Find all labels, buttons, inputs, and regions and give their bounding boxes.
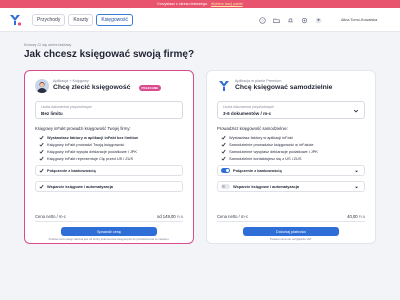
banner-text: Korzystasz z okresu testowego. [157, 2, 208, 6]
addon-label: Połączenie z bankowością [47, 168, 96, 173]
features-title: Prowadzisz księgowość samodzielnie: [217, 126, 288, 131]
trial-banner: Korzystasz z okresu testowego. Wybierz s… [0, 0, 400, 8]
price-label: Cena netto / m-c [217, 214, 248, 219]
folder-icon[interactable] [272, 16, 280, 24]
addon-accounting-support[interactable]: Wsparcie księgowe i automatyzacja [35, 181, 183, 192]
feature-item: Wystawiasz faktury w aplikacji inFakt [221, 134, 365, 141]
select-label: Liczba dokumentów przychodowych [41, 104, 93, 109]
check-icon [39, 135, 44, 140]
price-amount: 40,00 [347, 214, 358, 219]
feature-item: Samodzielnie kontaktujesz się z US i ZUS [221, 155, 365, 162]
feature-text: Księgowy inFakt wysyła deklaracje podatk… [47, 149, 137, 154]
check-icon [221, 142, 226, 147]
addon-bank-connection[interactable]: Połączenie z bankowością [35, 165, 183, 176]
check-icon [221, 156, 226, 161]
price-row: Cena netto / m-c 40,00 PLN [217, 214, 365, 222]
user-name[interactable]: Alina Tomo-Kowalska [341, 18, 377, 22]
select-value: Bez limitu [41, 110, 63, 116]
accountant-avatar [35, 79, 49, 93]
card-header: Aplikacja + Księgowy Chcę zlecić księgow… [35, 79, 183, 95]
features-list: Wystawiasz faktury w aplikacji inFakt be… [39, 134, 183, 162]
price-unit: PLN [176, 215, 183, 219]
price-value: od 149,00 PLN [157, 214, 183, 219]
price-row: Cena netto / m-c od 149,00 PLN [35, 214, 183, 222]
top-icons: ? [258, 16, 322, 24]
chevron-down-icon[interactable] [354, 169, 359, 174]
page-title: Jak chcesz księgować swoją firmę? [24, 49, 195, 60]
feature-item: Księgowy inFakt wysyła deklaracje podatk… [39, 148, 183, 155]
chevron-down-icon[interactable] [354, 185, 359, 190]
feature-item: Samodzielnie wysyłasz deklaracje podatko… [221, 148, 365, 155]
card-category: Aplikacja w planie Premium [235, 79, 282, 83]
check-icon [221, 135, 226, 140]
fine-print: Finalna cena usługi zależna jest od licz… [48, 237, 170, 241]
svg-text:?: ? [261, 18, 263, 22]
features-list: Wystawiasz faktury w aplikacji inFakt Sa… [221, 134, 365, 162]
chevron-down-icon [353, 109, 359, 113]
plan-card-outsource[interactable]: Aplikacja + Księgowy Chcę zlecić księgow… [24, 70, 194, 244]
user-icon[interactable] [314, 16, 322, 24]
select-value: 3-6 dokumentów / m-c [223, 110, 272, 116]
feature-text: Samodzielnie kontaktujesz się z US i ZUS [229, 156, 302, 161]
settings-icon[interactable] [300, 16, 308, 24]
check-icon [39, 168, 44, 173]
feature-text: Księgowy inFakt reprezentuje Cię przed U… [47, 156, 134, 161]
card-title: Chcę księgować samodzielnie [235, 84, 333, 91]
documents-select[interactable]: Liczba dokumentów przychodowych 3-6 doku… [217, 101, 365, 119]
feature-item: Samodzielnie prowadzisz księgowość w inF… [221, 141, 365, 148]
select-label: Liczba dokumentów przychodowych [223, 104, 275, 109]
fine-print: Podana cena nie uwzględnia VAT. [269, 237, 313, 241]
feature-item: Księgowy inFakt reprezentuje Cię przed U… [39, 155, 183, 162]
feature-text: Księgowy inFakt prowadzi Twoją księgowoś… [47, 142, 125, 147]
addon-label: Wsparcie księgowe i automatyzacja [233, 184, 299, 189]
check-price-button[interactable]: Sprawdź cenę [61, 227, 157, 236]
help-icon[interactable]: ? [258, 16, 266, 24]
choose-plan-link[interactable]: Wybierz swój pakiet [211, 2, 243, 6]
addon-label: Połączenie z bankowością [233, 168, 282, 173]
addon-accounting-support[interactable]: Wsparcie księgowe i automatyzacja [217, 181, 365, 192]
check-icon [39, 149, 44, 154]
tab-przychody[interactable]: Przychody [32, 14, 66, 26]
plan-card-self[interactable]: Aplikacja w planie Premium Chcę księgowa… [206, 70, 376, 244]
price-value: 40,00 PLN [347, 214, 365, 219]
main-nav: Przychody Koszty Księgowość [32, 14, 134, 26]
tab-koszty[interactable]: Koszty [68, 14, 94, 26]
card-category: Aplikacja + Księgowy [53, 79, 89, 83]
accounting-support-toggle[interactable] [221, 184, 230, 189]
price-unit: PLN [358, 215, 365, 219]
card-header: Aplikacja w planie Premium Chcę księgowa… [217, 79, 365, 95]
documents-select[interactable]: Liczba dokumentów przychodowych Bez limi… [35, 101, 183, 119]
logo-icon[interactable] [8, 13, 22, 27]
price-amount: od 149,00 [156, 214, 176, 219]
feature-text: Wystawiasz faktury w aplikacji inFakt [229, 135, 293, 140]
check-icon [221, 149, 226, 154]
feature-item: Księgowy inFakt prowadzi Twoją księgowoś… [39, 141, 183, 148]
price-label: Cena netto / m-c [35, 214, 66, 219]
features-title: Księgowy inFakt prowadzi księgowość Twoj… [35, 126, 131, 131]
addon-bank-connection[interactable]: Połączenie z bankowością [217, 165, 365, 176]
recommended-badge: POLECANE [139, 85, 161, 92]
feature-text: Wystawiasz faktury w aplikacji inFakt be… [47, 135, 138, 140]
breadcrumb: Kończy Ci się okres testowy [24, 43, 72, 47]
tab-ksiegowosc[interactable]: Księgowość [96, 14, 134, 26]
make-payment-button[interactable]: Dokonaj płatności [243, 227, 339, 236]
feature-text: Samodzielnie wysyłasz deklaracje podatko… [229, 149, 318, 154]
addon-label: Wsparcie księgowe i automatyzacja [47, 184, 113, 189]
bell-icon[interactable] [286, 16, 294, 24]
check-icon [39, 156, 44, 161]
top-bar: Przychody Koszty Księgowość ? Alina Tomo… [0, 8, 400, 32]
card-title: Chcę zlecić księgowość [53, 84, 131, 91]
feature-item: Wystawiasz faktury w aplikacji inFakt be… [39, 134, 183, 141]
logo-icon [219, 81, 229, 91]
check-icon [39, 142, 44, 147]
check-icon [39, 184, 44, 189]
bank-connection-toggle[interactable] [221, 168, 230, 173]
feature-text: Samodzielnie prowadzisz księgowość w inF… [229, 142, 314, 147]
